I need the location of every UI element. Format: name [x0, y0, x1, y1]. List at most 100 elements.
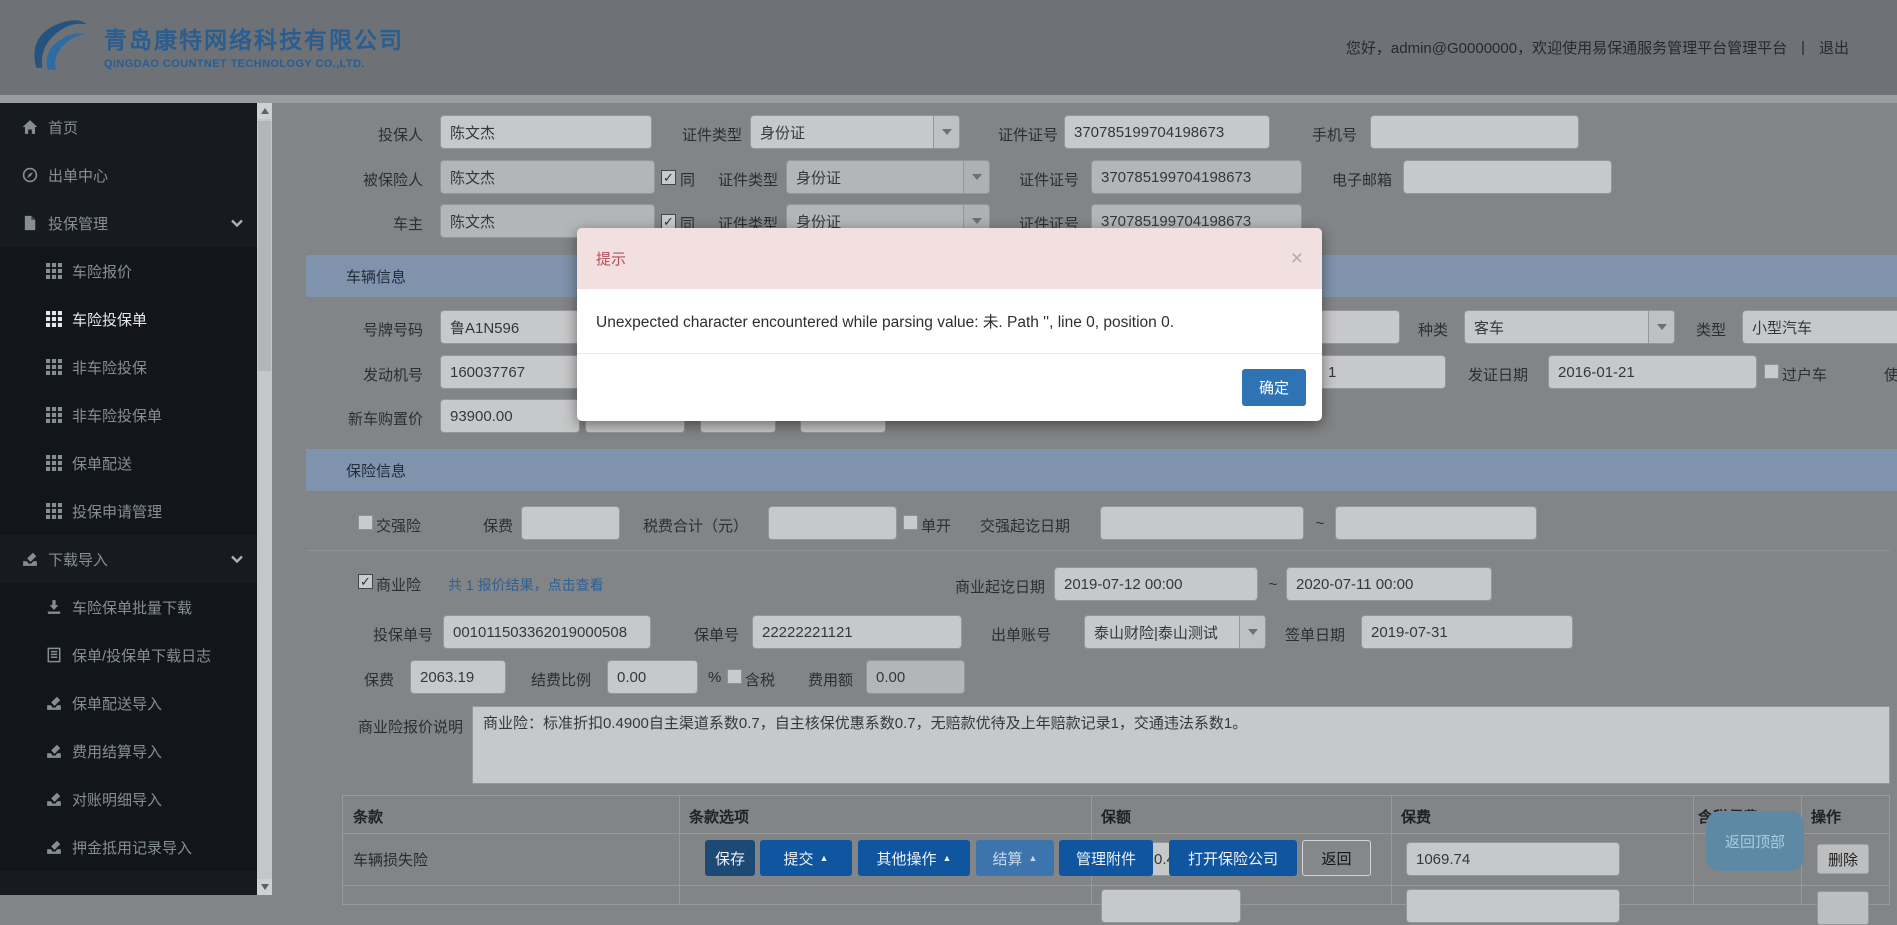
compulsory-period-start-input[interactable] — [1100, 506, 1304, 540]
sidebar-item-download-log[interactable]: 保单/投保单下载日志 — [0, 631, 257, 679]
commercial-period-label: 商业起讫日期 — [954, 579, 1045, 596]
holder-idtype-label: 证件类型 — [681, 127, 742, 144]
quote-desc-textarea[interactable]: 商业险：标准折扣0.4900自主渠道系数0.7，自主核保优惠系数0.7，无赔款优… — [472, 706, 1890, 784]
sidebar-item-batch-download[interactable]: 车险保单批量下载 — [0, 583, 257, 631]
open-insurer-button[interactable]: 打开保险公司 — [1169, 840, 1297, 876]
sidebar-item-auto-quote[interactable]: 车险报价 — [0, 247, 257, 295]
company-logo: 青岛康特网络科技有限公司 QINGDAO COUNTNET TECHNOLOGY… — [26, 14, 404, 76]
sidebar-item-reconcile-import[interactable]: 对账明细导入 — [0, 775, 257, 823]
holder-phone-label: 手机号 — [1311, 127, 1357, 144]
scrollbar-thumb[interactable] — [258, 121, 271, 371]
sign-date-input[interactable]: 2019-07-31 — [1361, 615, 1573, 649]
sidebar-item-application-management[interactable]: 投保申请管理 — [0, 487, 257, 535]
compulsory-checkbox[interactable] — [358, 515, 373, 530]
compulsory-period-end-input[interactable] — [1335, 506, 1537, 540]
engine-input[interactable]: 160037767 — [440, 355, 580, 389]
commercial-checkbox[interactable]: ✓ — [358, 574, 373, 589]
sidebar-item-issue-center[interactable]: 出单中心 — [0, 151, 257, 199]
company-name-cn: 青岛康特网络科技有限公司 — [104, 26, 404, 53]
kind-select[interactable]: 客车 — [1464, 310, 1675, 344]
settle-rate-label: 结费比例 — [530, 672, 591, 689]
single-issue-checkbox[interactable] — [903, 515, 918, 530]
issue-date-input[interactable]: 2016-01-21 — [1548, 355, 1757, 389]
download-import-submenu: 车险保单批量下载 保单/投保单下载日志 保单配送导入 费用结算导入 对账明细导入… — [0, 583, 257, 871]
sidebar-item-home[interactable]: 首页 — [0, 103, 257, 151]
caret-up-icon: ▲ — [1028, 853, 1038, 863]
import-icon — [47, 792, 61, 806]
back-button[interactable]: 返回 — [1302, 840, 1371, 876]
issue-account-label: 出单账号 — [990, 627, 1051, 644]
fee-amount-input[interactable]: 0.00 — [866, 660, 965, 694]
commercial-period-start-input[interactable]: 2019-07-12 00:00 — [1054, 567, 1258, 601]
settle-button[interactable]: 结算 ▲ — [976, 840, 1054, 876]
sidebar-item-nonauto-insure[interactable]: 非车险投保 — [0, 343, 257, 391]
import-icon — [47, 744, 61, 758]
new-car-price-label: 新车购置价 — [347, 411, 423, 428]
insured-email-input[interactable] — [1403, 160, 1612, 194]
sidebar-item-fee-settle-import[interactable]: 费用结算导入 — [0, 727, 257, 775]
compulsory-premium-input[interactable] — [521, 506, 620, 540]
sidebar-item-policy-delivery[interactable]: 保单配送 — [0, 439, 257, 487]
type-select[interactable]: 小型汽车 — [1742, 310, 1897, 344]
tilde-separator: ~ — [1315, 515, 1325, 532]
sidebar-item-auto-proposal[interactable]: 车险投保单 — [0, 295, 257, 343]
download-icon — [47, 600, 61, 614]
holder-name-input[interactable]: 陈文杰 — [440, 115, 652, 149]
sidebar-item-policy-management[interactable]: 投保管理 — [0, 199, 257, 247]
grid-icon — [46, 311, 62, 327]
commercial-period-end-input[interactable]: 2020-07-11 00:00 — [1286, 567, 1492, 601]
close-icon[interactable]: × — [1291, 248, 1303, 269]
clipped-label-fragment: 使 — [1884, 367, 1897, 384]
sidebar-item-deposit-import[interactable]: 押金抵用记录导入 — [0, 823, 257, 871]
logout-link[interactable]: 退出 — [1819, 37, 1849, 58]
premium-input[interactable]: 2063.19 — [410, 660, 506, 694]
tax-total-input[interactable] — [768, 506, 897, 540]
insured-idtype-label: 证件类型 — [717, 172, 778, 189]
sidebar-item-nonauto-proposal[interactable]: 非车险投保单 — [0, 391, 257, 439]
owner-same-checkbox[interactable]: ✓ — [661, 214, 676, 229]
app-no-input[interactable]: 001011503362019000508 — [443, 615, 651, 649]
holder-phone-input[interactable] — [1370, 115, 1579, 149]
delete-button[interactable]: 删除 — [1817, 844, 1869, 874]
app-header: 青岛康特网络科技有限公司 QINGDAO COUNTNET TECHNOLOGY… — [0, 0, 1897, 95]
plate-input[interactable]: 鲁A1N596 — [440, 310, 580, 344]
partial-input[interactable]: 1 — [1318, 355, 1446, 389]
insured-same-checkbox[interactable]: ✓ — [661, 170, 676, 185]
col-header-action: 操作 — [1811, 809, 1842, 826]
sign-date-label: 签单日期 — [1284, 627, 1345, 644]
transfer-checkbox[interactable] — [1764, 364, 1779, 379]
quote-result-link[interactable]: 共 1 报价结果，点击查看 — [448, 575, 604, 595]
issue-account-select[interactable]: 泰山财险|泰山测试 — [1084, 615, 1266, 649]
manage-attachments-button[interactable]: 管理附件 — [1059, 840, 1153, 876]
tax-included-label: 含税 — [745, 672, 776, 689]
clause-premium-input[interactable]: 1069.74 — [1406, 842, 1620, 876]
back-to-top-button[interactable]: 返回顶部 — [1706, 811, 1804, 871]
tax-total-label: 税费合计（元） — [642, 518, 748, 535]
new-car-price-input[interactable]: 93900.00 — [440, 399, 580, 433]
quote-desc-label: 商业险报价说明 — [357, 719, 463, 736]
insured-name-input[interactable]: 陈文杰 — [440, 160, 655, 194]
confirm-button[interactable]: 确定 — [1241, 369, 1306, 406]
sidebar-scrollbar[interactable] — [257, 103, 272, 895]
insurance-section-header: 保险信息 — [306, 449, 1897, 491]
scroll-up-arrow[interactable] — [257, 103, 272, 119]
policy-no-input[interactable]: 22222221121 — [752, 615, 962, 649]
insured-idtype-select[interactable]: 身份证 — [786, 160, 990, 194]
compulsory-period-label: 交强起讫日期 — [980, 518, 1071, 535]
alert-modal: 提示 × Unexpected character encountered wh… — [577, 228, 1322, 421]
insured-idno-input[interactable]: 370785199704198673 — [1091, 160, 1302, 194]
other-actions-button[interactable]: 其他操作 ▲ — [858, 840, 970, 876]
chevron-down-icon — [231, 219, 243, 227]
commercial-label: 商业险 — [376, 577, 422, 594]
submit-button[interactable]: 提交 ▲ — [760, 840, 852, 876]
holder-idno-input[interactable]: 370785199704198673 — [1064, 115, 1270, 149]
tax-included-checkbox[interactable] — [727, 669, 742, 684]
compulsory-premium-label: 保费 — [482, 518, 513, 535]
error-message: Unexpected character encountered while p… — [596, 314, 1175, 331]
save-button[interactable]: 保存 — [705, 840, 755, 876]
sidebar-item-delivery-import[interactable]: 保单配送导入 — [0, 679, 257, 727]
sidebar-item-download-import[interactable]: 下载导入 — [0, 535, 257, 583]
sidebar-nav: 首页 出单中心 投保管理 车险报价 车险投保单 非车险投保 非车险投保单 保单配… — [0, 103, 257, 895]
scroll-down-arrow[interactable] — [257, 879, 272, 895]
settle-rate-input[interactable]: 0.00 — [607, 660, 698, 694]
